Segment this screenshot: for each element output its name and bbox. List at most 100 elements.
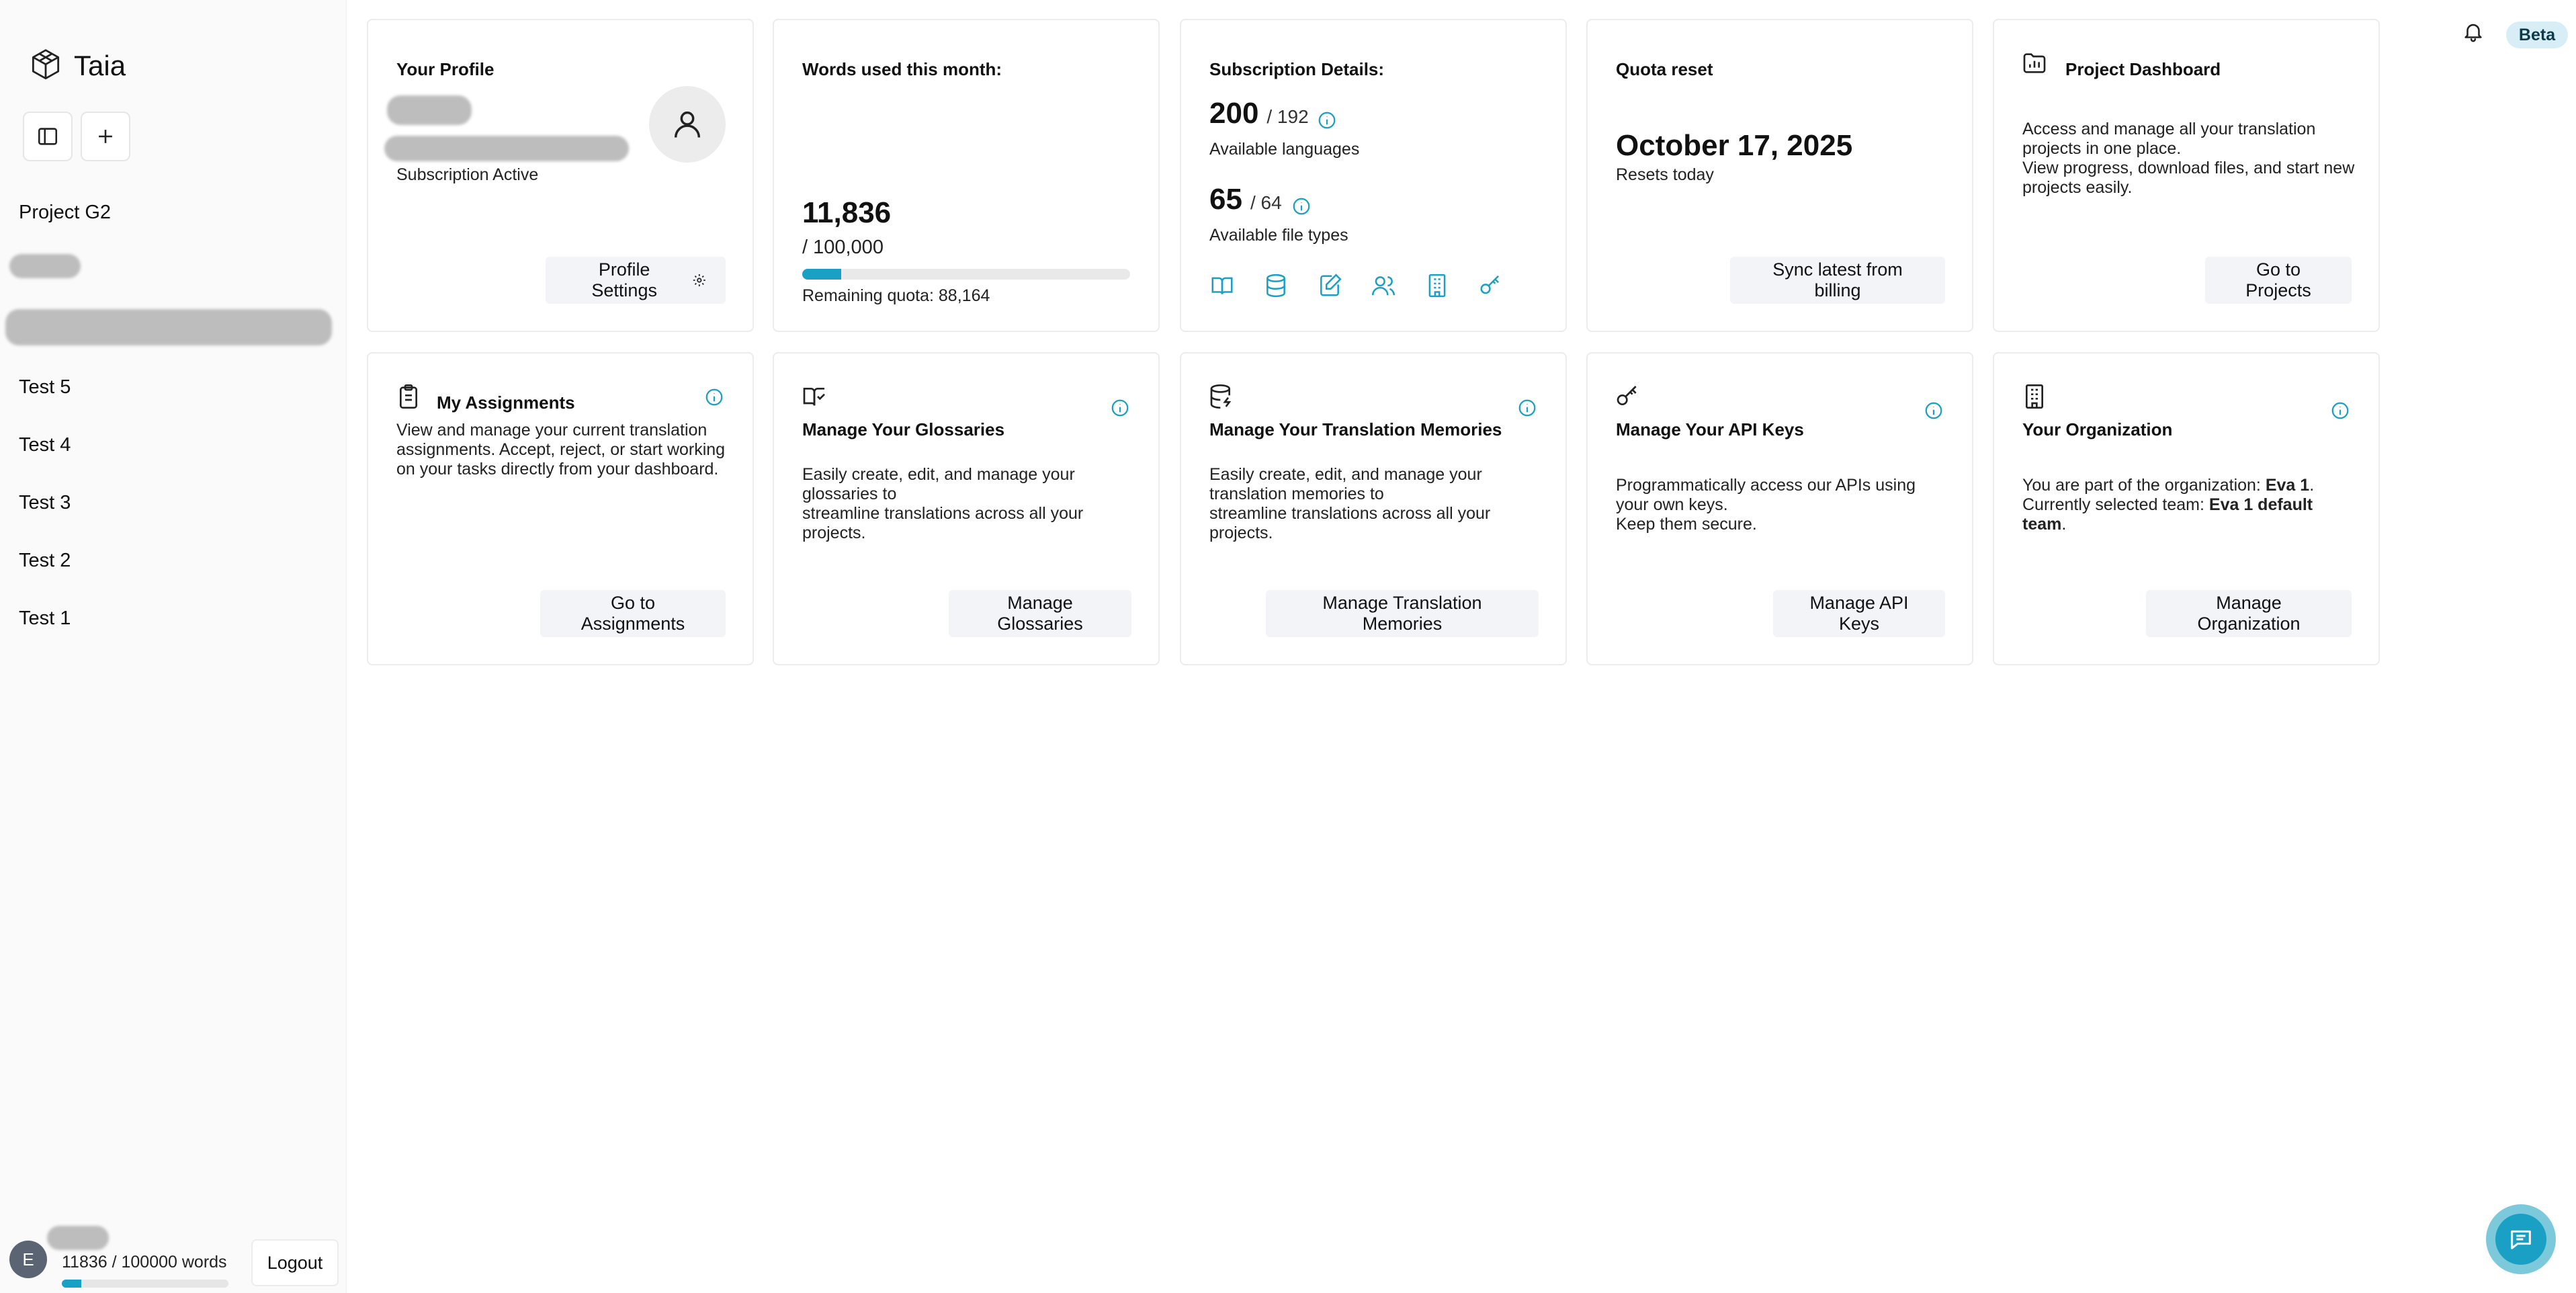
profile-settings-button[interactable]: Profile Settings (546, 257, 726, 304)
organization-line-1: You are part of the organization: Eva 1. (2022, 476, 2358, 495)
profile-settings-label: Profile Settings (591, 259, 657, 300)
new-project-button[interactable] (81, 112, 130, 161)
toggle-sidebar-button[interactable] (23, 112, 73, 161)
sidebar-item-test-1[interactable]: Test 1 (19, 608, 71, 630)
api-desc-2: Keep them secure. (1616, 515, 1757, 534)
languages-label: Available languages (1209, 140, 1360, 159)
languages-count: 200 / 192 (1209, 97, 1309, 130)
organization-suffix: . (2309, 476, 2315, 495)
go-to-assignments-button[interactable]: Go to Assignments (540, 590, 726, 637)
assignments-desc: View and manage your current translation… (396, 421, 726, 478)
info-icon[interactable] (2330, 401, 2350, 421)
app-name: Taia (74, 50, 126, 81)
database-icon[interactable] (1263, 273, 1289, 298)
card-title: Subscription Details: (1209, 59, 1385, 79)
info-icon[interactable] (1924, 401, 1944, 421)
sidebar-item-test-2[interactable]: Test 2 (19, 550, 71, 572)
api-keys-card: Manage Your API Keys Programmatically ac… (1586, 352, 1973, 665)
subscription-status: Subscription Active (396, 165, 539, 184)
organization-card: Your Organization You are part of the or… (1993, 352, 2380, 665)
assignments-card: My Assignments View and manage your curr… (367, 352, 754, 665)
team-suffix: . (2061, 515, 2067, 534)
info-icon[interactable] (704, 387, 724, 407)
database-bolt-icon (1210, 384, 1232, 409)
card-title: Manage Your Glossaries (802, 419, 1005, 440)
profile-card: Your Profile Subscription Active Profile… (367, 19, 754, 332)
manage-api-keys-button[interactable]: Manage API Keys (1773, 590, 1945, 637)
translation-memories-card: Manage Your Translation Memories Easily … (1180, 352, 1567, 665)
info-icon[interactable] (1517, 398, 1537, 418)
feature-icons (1209, 273, 1504, 298)
glossary-book-icon[interactable] (1209, 273, 1235, 298)
sidebar-item-test-5[interactable]: Test 5 (19, 376, 71, 399)
book-check-icon (803, 388, 825, 406)
taia-logo-icon (32, 49, 60, 80)
glossaries-card: Manage Your Glossaries Easily create, ed… (773, 352, 1160, 665)
project-dashboard-card: Project Dashboard Access and manage all … (1993, 19, 2380, 332)
sidebar-item-test-4[interactable]: Test 4 (19, 434, 71, 456)
sidebar-item-project-g2[interactable]: Project G2 (19, 202, 111, 224)
profile-name-redacted (387, 95, 472, 125)
sidebar-panel-icon (38, 128, 58, 145)
profile-avatar (649, 86, 726, 163)
quota-reset-card: Quota reset October 17, 2025 Resets toda… (1586, 19, 1973, 332)
words-used-card: Words used this month: 11,836 / 100,000 … (773, 19, 1160, 332)
users-icon[interactable] (1371, 273, 1396, 298)
logout-button[interactable]: Logout (251, 1239, 339, 1286)
memories-desc-1: Easily create, edit, and manage your tra… (1209, 465, 1482, 503)
sidebar-footer: E 11836 / 100000 words Logout (0, 1216, 347, 1293)
sidebar-item-redacted[interactable] (5, 309, 332, 345)
card-title: Project Dashboard (2065, 59, 2221, 79)
brand[interactable]: Taia (27, 47, 126, 85)
notification-bell-icon[interactable] (2462, 20, 2485, 43)
card-title: My Assignments (437, 392, 575, 413)
go-to-projects-button[interactable]: Go to Projects (2205, 257, 2352, 304)
info-icon[interactable] (1291, 196, 1312, 216)
chat-launcher-button[interactable] (2486, 1204, 2556, 1274)
sidebar-item-test-3[interactable]: Test 3 (19, 492, 71, 514)
info-icon[interactable] (1110, 398, 1130, 418)
sidebar: Taia Project G2 Test 5 Test 4 Test 3 Tes… (0, 0, 347, 1293)
languages-available: 200 (1209, 97, 1259, 130)
words-limit: / 100,000 (802, 237, 884, 258)
manage-translation-memories-button[interactable]: Manage Translation Memories (1266, 590, 1539, 637)
glossaries-desc-1: Easily create, edit, and manage your glo… (802, 465, 1075, 503)
user-avatar[interactable]: E (9, 1241, 47, 1278)
building-icon[interactable] (1424, 273, 1450, 298)
user-icon (674, 111, 701, 138)
organization-prefix: You are part of the organization: (2022, 476, 2266, 495)
word-usage-bar-fill (62, 1280, 82, 1288)
words-used-value: 11,836 (802, 196, 892, 229)
user-name-redacted (47, 1226, 109, 1250)
sidebar-item-redacted[interactable] (9, 254, 81, 278)
team-prefix: Currently selected team: (2022, 495, 2209, 514)
building-icon (2026, 384, 2043, 409)
memories-desc-2: streamline translations across all your … (1209, 504, 1491, 542)
card-title: Words used this month: (802, 59, 1002, 79)
chat-launcher-inner (2495, 1214, 2546, 1265)
filetypes-label: Available file types (1209, 226, 1348, 245)
profile-email-redacted (384, 136, 629, 161)
chat-bubble-icon (2511, 1230, 2531, 1249)
quota-progress-fill (802, 269, 841, 280)
card-title: Your Profile (396, 59, 495, 79)
project-dashboard-desc-2: View progress, download files, and start… (2022, 159, 2355, 197)
quota-reset-date: October 17, 2025 (1616, 129, 1853, 162)
key-icon (1617, 386, 1637, 405)
manage-glossaries-button[interactable]: Manage Glossaries (949, 590, 1131, 637)
gear-icon (693, 274, 706, 287)
organization-name: Eva 1 (2265, 476, 2310, 495)
card-title: Manage Your Translation Memories (1209, 419, 1502, 440)
filetypes-available: 65 (1209, 183, 1242, 216)
manage-organization-button[interactable]: Manage Organization (2146, 590, 2352, 637)
word-usage-bar (62, 1280, 228, 1288)
edit-document-icon[interactable] (1317, 273, 1342, 298)
info-icon[interactable] (1317, 110, 1337, 130)
subscription-card: Subscription Details: 200 / 192 Availabl… (1180, 19, 1567, 332)
card-title: Your Organization (2022, 419, 2173, 440)
key-icon[interactable] (1478, 273, 1504, 298)
languages-total: / 192 (1266, 106, 1309, 127)
quota-progress-bar (802, 269, 1130, 280)
remaining-quota: Remaining quota: 88,164 (802, 286, 990, 305)
sync-billing-button[interactable]: Sync latest from billing (1730, 257, 1945, 304)
